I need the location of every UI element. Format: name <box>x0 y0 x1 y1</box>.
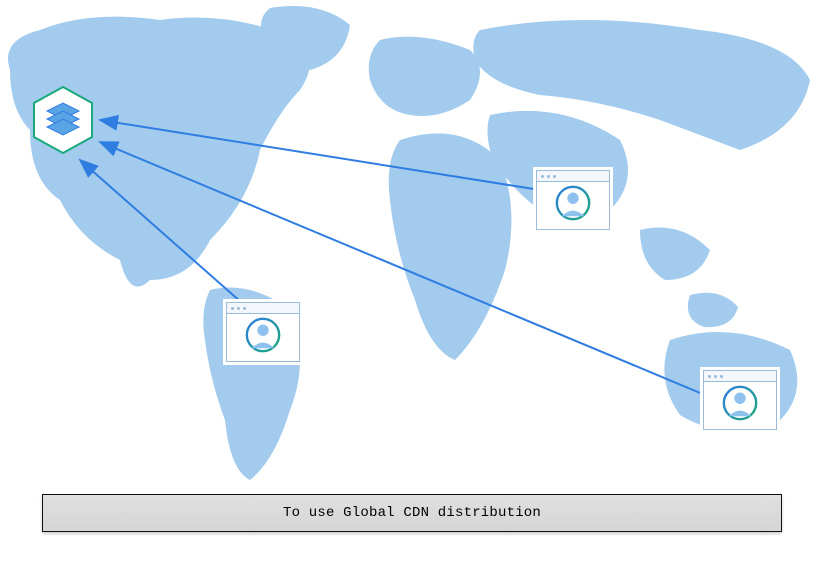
browser-titlebar <box>537 171 609 182</box>
user-avatar-icon <box>721 384 759 422</box>
world-map <box>0 0 824 562</box>
user-card-south-america <box>226 302 300 362</box>
user-avatar-icon <box>244 316 282 354</box>
server-icon <box>32 85 94 155</box>
caption-text: To use Global CDN distribution <box>283 505 541 521</box>
diagram-stage: To use Global CDN distribution <box>0 0 824 562</box>
user-card-south-asia <box>536 170 610 230</box>
user-avatar-icon <box>554 184 592 222</box>
user-card-australia <box>703 370 777 430</box>
browser-titlebar <box>227 303 299 314</box>
caption-button[interactable]: To use Global CDN distribution <box>42 494 782 532</box>
browser-titlebar <box>704 371 776 382</box>
